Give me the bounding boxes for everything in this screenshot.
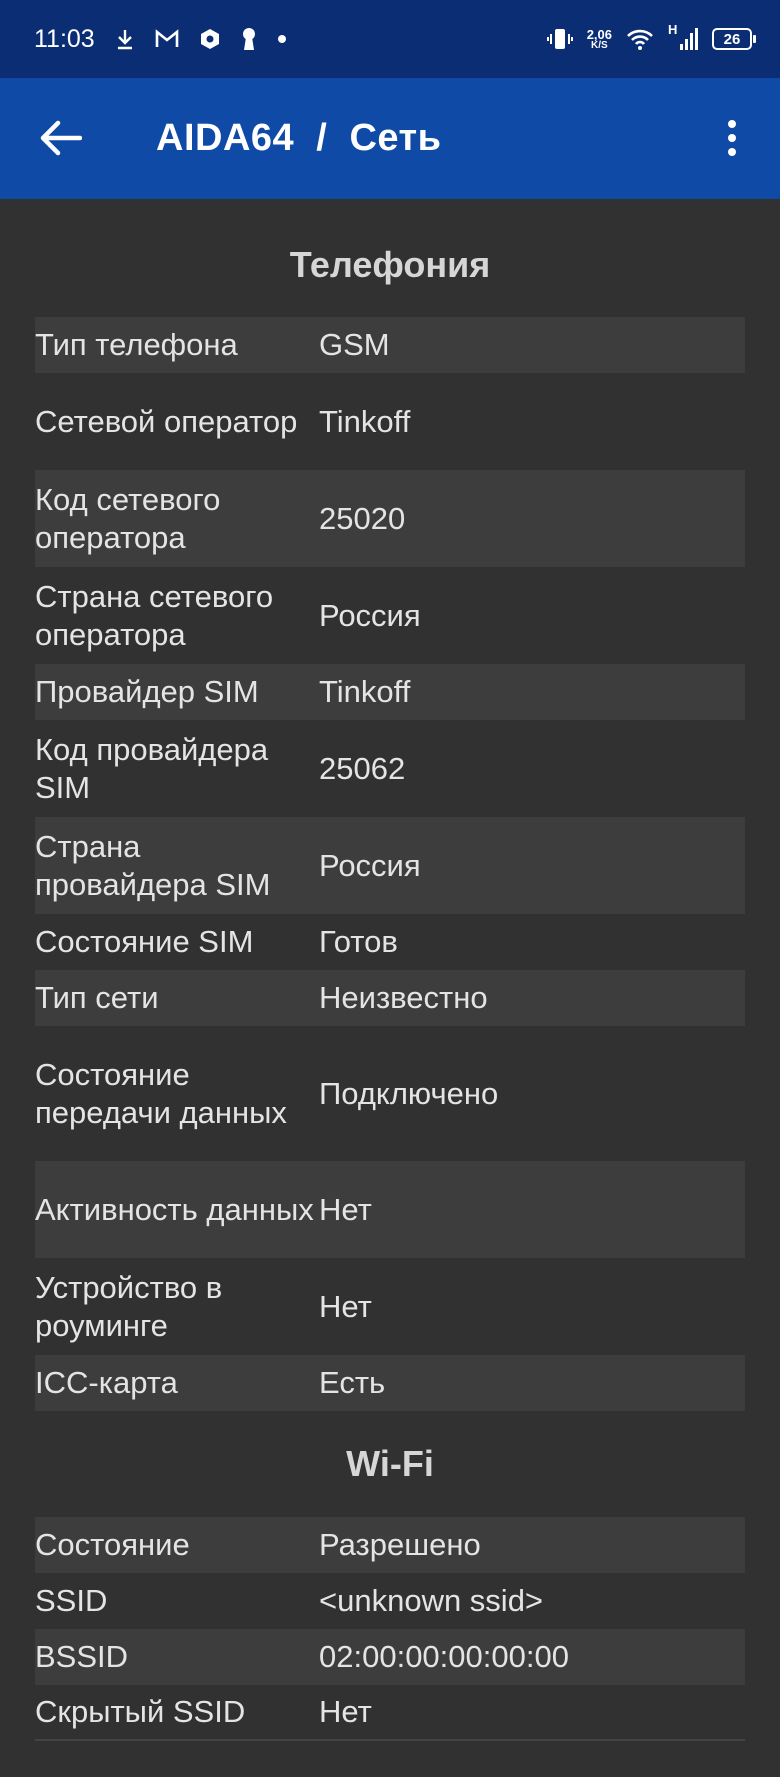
row-key: Активность данных xyxy=(35,1191,314,1227)
row-key: Тип сети xyxy=(35,980,159,1015)
table-row: Тип телефона GSM xyxy=(35,317,745,373)
row-key: Состояние передачи данных xyxy=(35,1056,287,1130)
status-bar: 11:03 2,06 K/S H 26 xyxy=(0,0,780,78)
row-key: Устройство в роуминге xyxy=(35,1269,223,1343)
row-key: Сетевой оператор xyxy=(35,403,298,439)
row-key: Код провайдера SIM xyxy=(35,731,269,805)
table-row: Провайдер SIM Tinkoff xyxy=(35,664,745,720)
table-row: Активность данных Нет xyxy=(35,1161,745,1258)
table-row: Устройство в роуминге Нет xyxy=(35,1258,745,1355)
net-speed: 2,06 K/S xyxy=(586,26,612,51)
more-options-icon[interactable] xyxy=(722,118,742,158)
table-row: Код провайдера SIM 25062 xyxy=(35,720,745,817)
table-row: Страна провайдера SIM Россия xyxy=(35,817,745,914)
table-row: Код сетевого оператора 25020 xyxy=(35,470,745,567)
vibrate-icon xyxy=(546,29,573,49)
row-value: Tinkoff xyxy=(319,674,411,709)
row-value: 25062 xyxy=(319,750,406,786)
row-value: Неизвестно xyxy=(319,980,488,1015)
table-row: Состояние SIM Готов xyxy=(35,914,745,970)
row-key: Страна сетевого оператора xyxy=(35,578,274,652)
table-row: Скрытый SSID Нет xyxy=(35,1685,745,1741)
row-value: Tinkoff xyxy=(319,403,411,439)
row-key: Провайдер SIM xyxy=(35,674,259,709)
row-value: Нет xyxy=(319,1694,372,1729)
section-title-telephony: Телефония xyxy=(289,244,491,285)
app-bar: AIDA64 / Сеть xyxy=(0,78,780,199)
table-row: Страна сетевого оператора Россия xyxy=(35,567,745,664)
table-row: Состояние передачи данных Подключено xyxy=(35,1026,745,1161)
row-value: Готов xyxy=(319,924,398,959)
row-key: Скрытый SSID xyxy=(35,1694,246,1729)
row-value: Нет xyxy=(319,1191,372,1227)
table-row: SSID <unknown ssid> xyxy=(35,1573,745,1629)
status-time: 11:03 xyxy=(34,24,95,53)
row-key: SSID xyxy=(35,1583,108,1618)
back-arrow-icon[interactable] xyxy=(40,120,82,156)
row-value: Россия xyxy=(319,597,421,633)
table-row: BSSID 02:00:00:00:00:00 xyxy=(35,1629,745,1685)
row-value: GSM xyxy=(319,327,390,362)
row-value: 25020 xyxy=(319,500,406,536)
keyhole-icon xyxy=(242,28,255,50)
row-key: Код сетевого оператора xyxy=(35,481,221,555)
row-key: Страна провайдера SIM xyxy=(35,828,271,902)
table-row: Тип сети Неизвестно xyxy=(35,970,745,1026)
download-icon xyxy=(117,30,132,50)
dot-icon xyxy=(277,35,286,43)
section-title-wifi: Wi-Fi xyxy=(346,1443,434,1484)
signal-icon: H xyxy=(668,22,698,52)
row-value: Разрешено xyxy=(319,1527,481,1562)
row-value: Подключено xyxy=(319,1075,499,1111)
shield-icon xyxy=(200,29,219,49)
table-row: Сетевой оператор Tinkoff xyxy=(35,373,745,470)
row-key: ICC-карта xyxy=(35,1365,178,1400)
row-value: Россия xyxy=(319,847,421,883)
row-value: 02:00:00:00:00:00 xyxy=(319,1639,569,1674)
row-key: BSSID xyxy=(35,1639,129,1674)
wifi-table: Состояние Разрешено SSID <unknown ssid> … xyxy=(35,1517,745,1741)
row-key: Состояние SIM xyxy=(35,924,254,959)
table-row: ICC-карта Есть xyxy=(35,1355,745,1411)
table-row: Состояние Разрешено xyxy=(35,1517,745,1573)
page-title: AIDA64 / Сеть xyxy=(156,117,442,159)
row-key: Состояние xyxy=(35,1527,190,1562)
row-key: Тип телефона xyxy=(35,327,238,362)
row-value: <unknown ssid> xyxy=(319,1583,544,1618)
row-value: Есть xyxy=(319,1365,386,1400)
telephony-table: Тип телефона GSM Сетевой оператор Tinkof… xyxy=(35,317,745,1411)
gmail-icon xyxy=(155,29,179,47)
row-value: Нет xyxy=(319,1288,372,1324)
battery-icon: 26 xyxy=(712,28,756,50)
wifi-icon xyxy=(627,29,653,50)
